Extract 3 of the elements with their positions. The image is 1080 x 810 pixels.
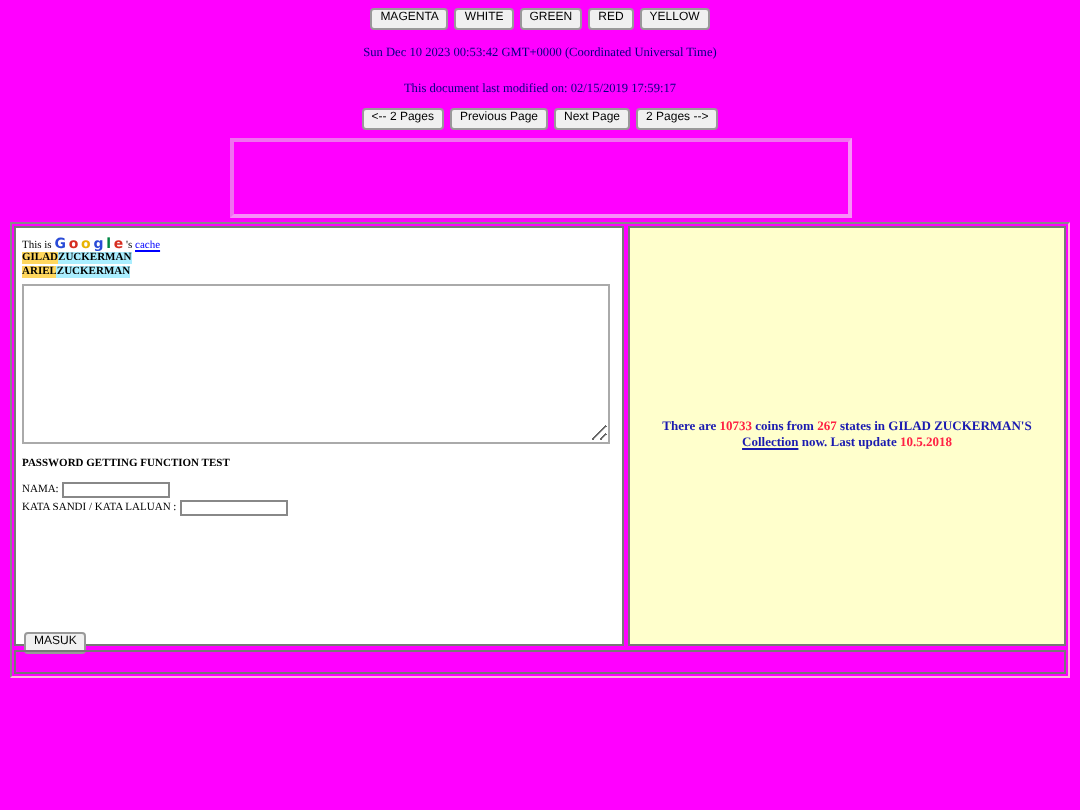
input-field[interactable]	[62, 482, 171, 498]
text-area[interactable]	[22, 284, 610, 444]
input-field[interactable]	[180, 500, 289, 516]
